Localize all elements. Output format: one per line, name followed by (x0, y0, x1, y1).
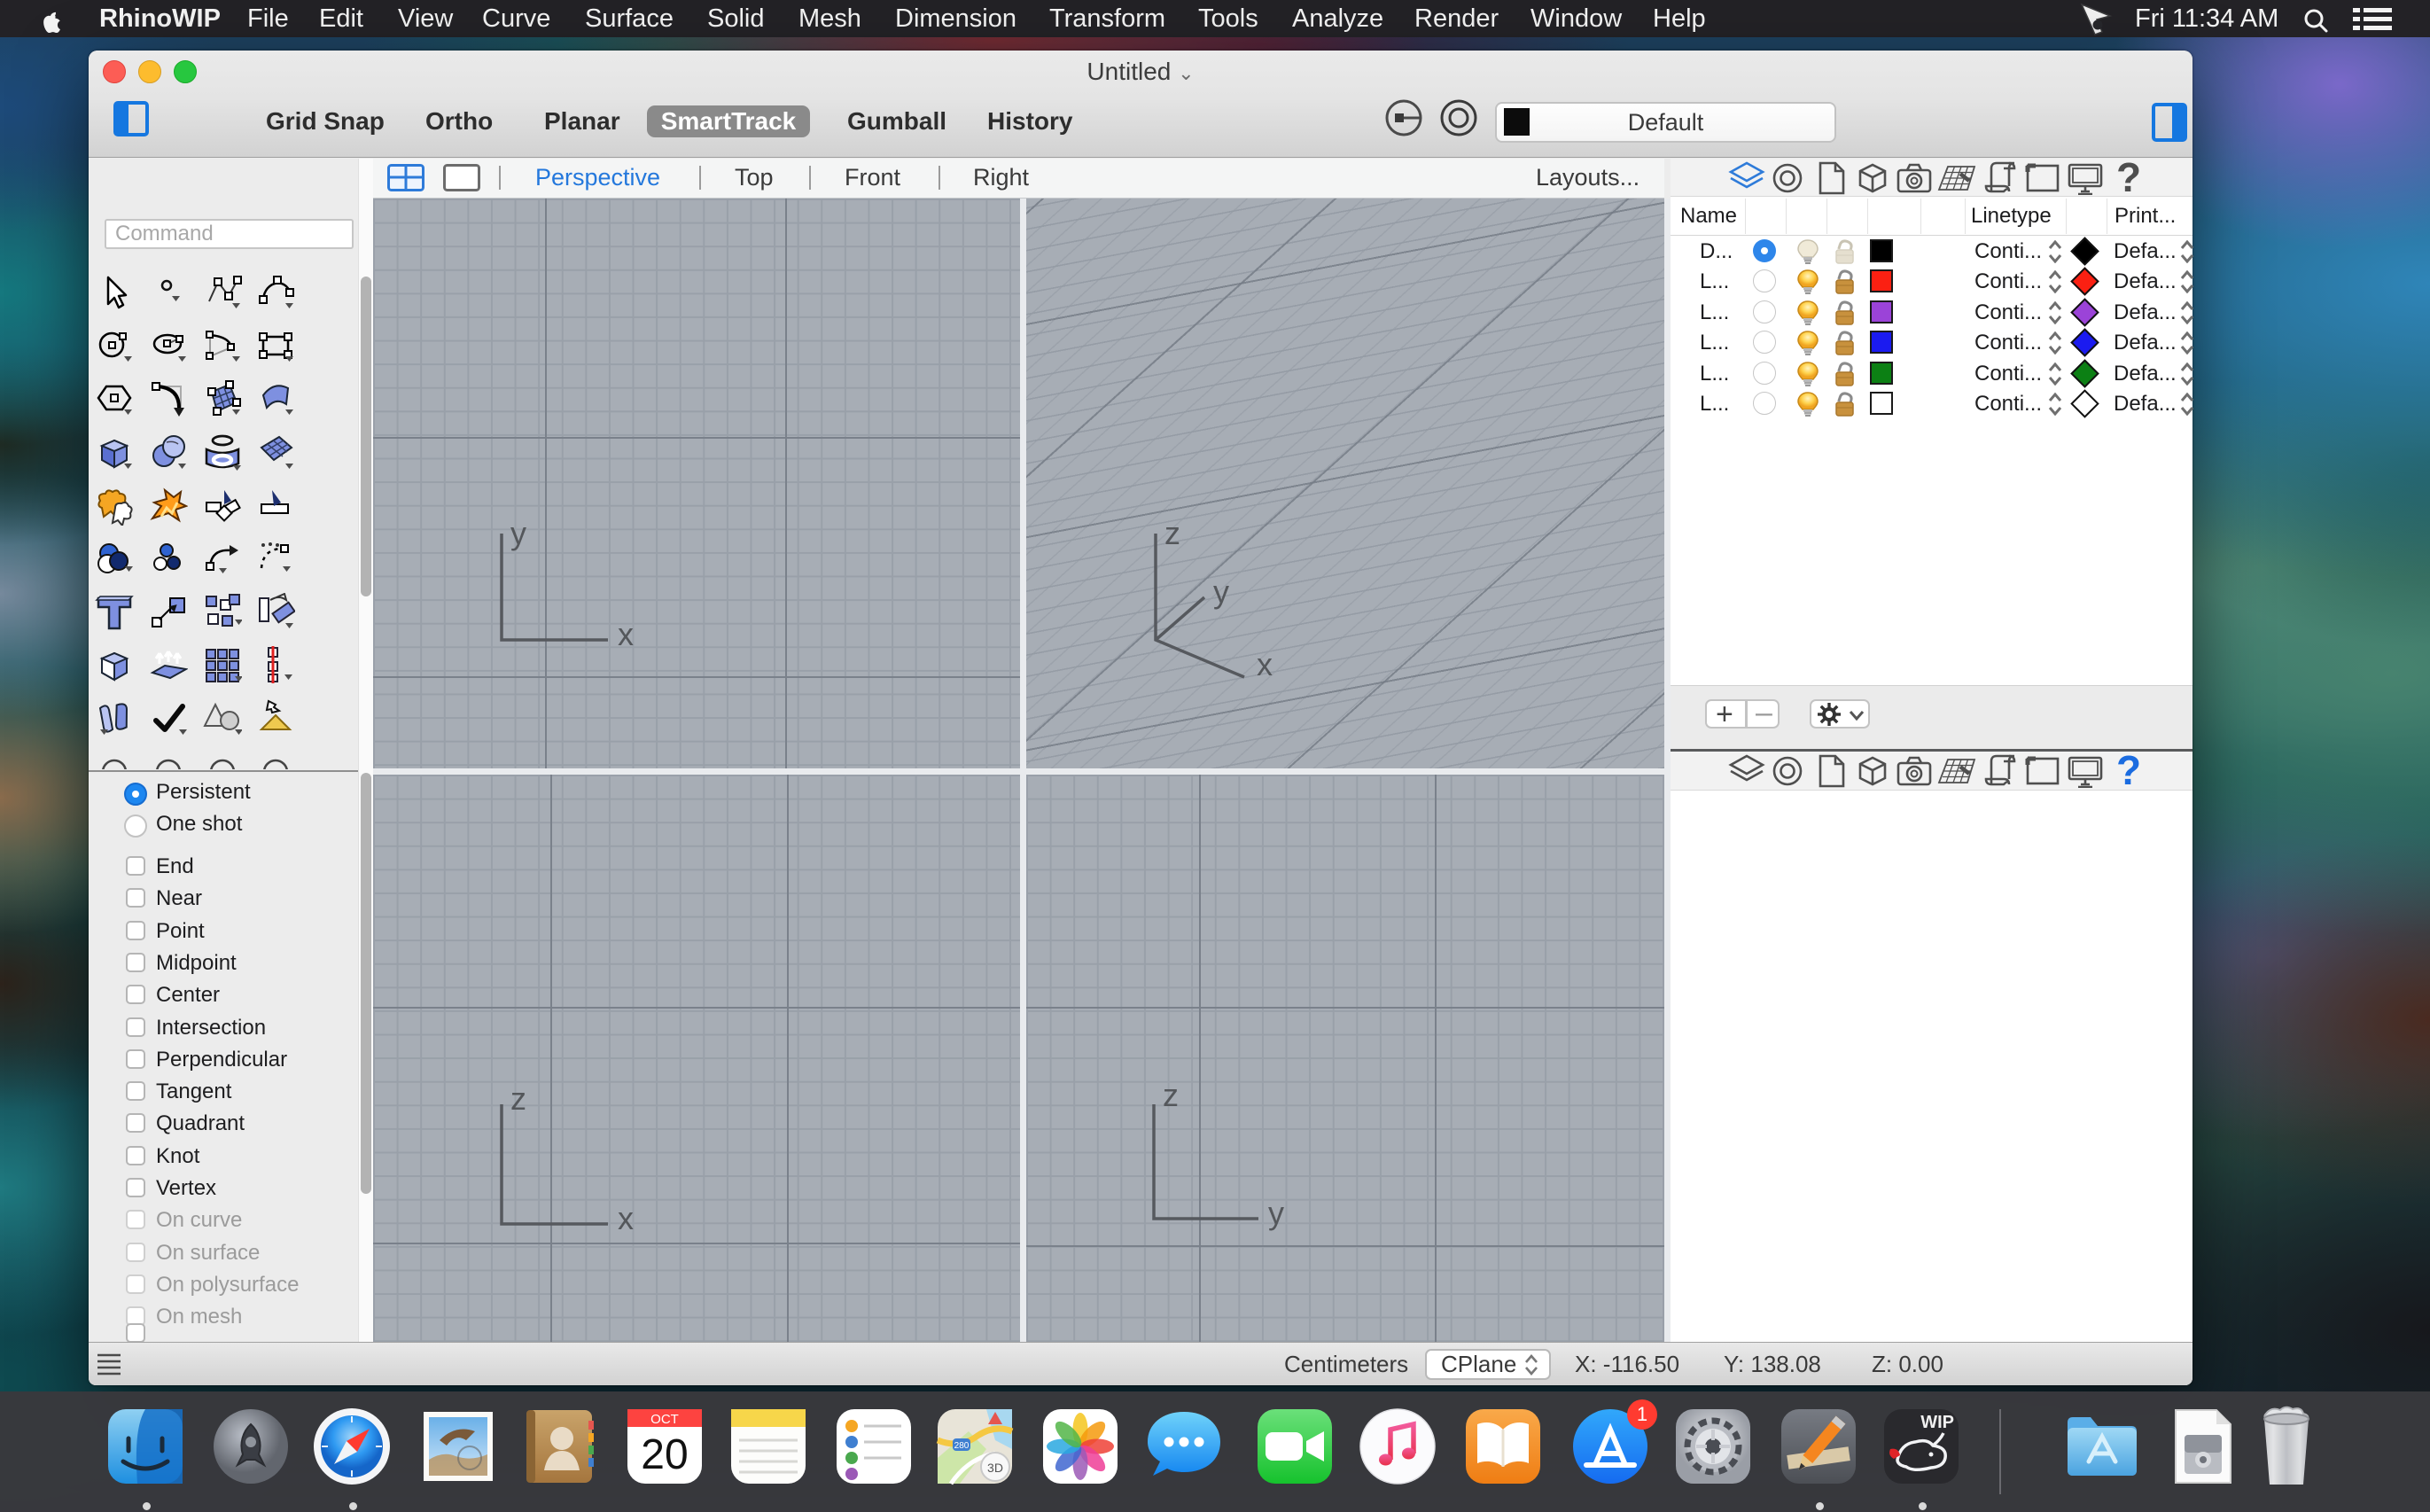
svg-text:y: y (510, 515, 526, 551)
svg-text:WIP: WIP (1920, 1413, 1954, 1432)
svg-text:z: z (510, 1080, 526, 1117)
svg-text:?: ? (2116, 754, 2141, 788)
svg-text:x: x (618, 616, 634, 652)
svg-text:y: y (1268, 1195, 1284, 1231)
svg-text:y: y (1213, 573, 1229, 610)
svg-text:x: x (618, 1200, 634, 1236)
svg-text:280: 280 (954, 1441, 970, 1451)
svg-text:OCT: OCT (650, 1412, 679, 1427)
svg-text:3D: 3D (987, 1461, 1003, 1475)
svg-text:x: x (1257, 646, 1273, 682)
svg-text:20: 20 (641, 1431, 688, 1478)
svg-text:z: z (1163, 1077, 1179, 1113)
svg-text:z: z (1164, 515, 1180, 551)
svg-text:?: ? (2116, 161, 2141, 195)
